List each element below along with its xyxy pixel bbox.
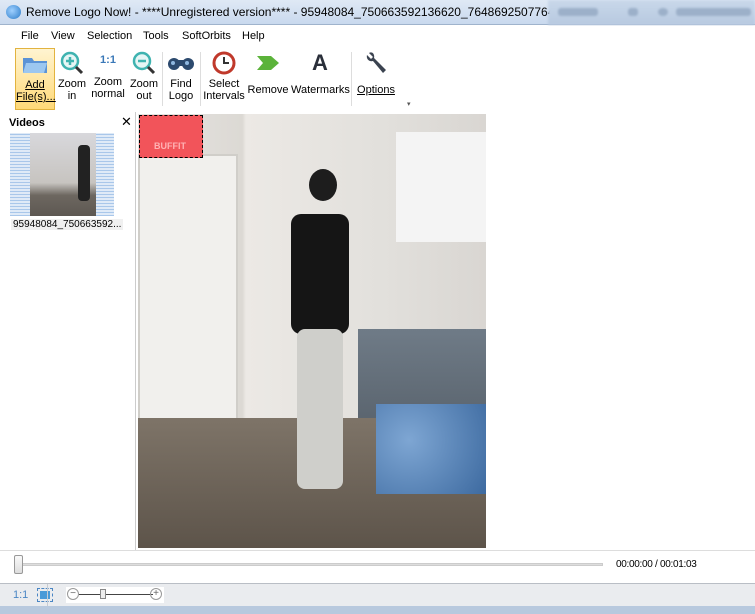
taskbar-edge bbox=[0, 606, 755, 614]
toolbar-overflow-icon[interactable]: ▾ bbox=[407, 100, 411, 108]
preview-area: BUFFIT bbox=[137, 112, 755, 550]
zoom-minus-button[interactable]: − bbox=[67, 588, 79, 600]
zoom-slider[interactable]: − + bbox=[66, 587, 164, 603]
window-title: Remove Logo Now! - ****Unregistered vers… bbox=[26, 5, 628, 19]
video-file-name[interactable]: 95948084_750663592... bbox=[11, 219, 124, 230]
video-door bbox=[138, 154, 238, 444]
zoom-plus-button[interactable]: + bbox=[150, 588, 162, 600]
video-person bbox=[283, 169, 358, 509]
menu-file[interactable]: File bbox=[21, 30, 39, 42]
video-poster bbox=[396, 132, 486, 242]
seek-bar-area: 00:00:00 / 00:01:03 bbox=[0, 550, 755, 583]
status-bar: 1:1 − + bbox=[0, 583, 755, 607]
remove-button[interactable]: Remove bbox=[247, 48, 289, 110]
watermarks-button[interactable]: A Watermarks bbox=[291, 48, 350, 110]
video-water-jugs bbox=[376, 404, 486, 494]
zoom-normal-icon: 1:1 bbox=[100, 53, 116, 66]
options-button[interactable]: Options bbox=[355, 48, 397, 110]
clock-icon bbox=[203, 48, 245, 78]
video-thumbnail[interactable] bbox=[10, 133, 114, 216]
logo-text: BUFFIT bbox=[154, 141, 186, 151]
arrow-right-icon bbox=[247, 48, 289, 78]
zoom-slider-handle[interactable] bbox=[100, 589, 106, 599]
letter-a-icon: A bbox=[312, 50, 328, 75]
videos-panel: Videos ✕ 95948084_750663592... bbox=[0, 112, 136, 550]
video-frame[interactable]: BUFFIT bbox=[138, 114, 486, 548]
menu-help[interactable]: Help bbox=[242, 30, 265, 42]
zoom-normal-button[interactable]: 1:1 Zoom normal bbox=[89, 43, 127, 105]
toolbar-separator bbox=[200, 52, 201, 106]
seek-slider-handle[interactable] bbox=[14, 555, 23, 574]
menu-view[interactable]: View bbox=[51, 30, 75, 42]
menu-tools[interactable]: Tools bbox=[143, 30, 169, 42]
binoculars-icon bbox=[164, 48, 198, 78]
zoom-slider-track bbox=[79, 594, 153, 595]
app-icon bbox=[6, 5, 21, 19]
fit-to-window-icon[interactable] bbox=[37, 588, 53, 602]
select-intervals-button[interactable]: Select Intervals bbox=[203, 48, 245, 110]
zoom-out-icon bbox=[128, 48, 160, 78]
title-bar: Remove Logo Now! - ****Unregistered vers… bbox=[0, 0, 755, 25]
zoom-in-icon bbox=[56, 48, 88, 78]
folder-icon bbox=[16, 49, 54, 79]
videos-panel-title: Videos bbox=[9, 117, 45, 129]
menu-selection[interactable]: Selection bbox=[87, 30, 132, 42]
seek-track[interactable] bbox=[18, 563, 603, 566]
toolbar-separator bbox=[162, 52, 163, 106]
zoom-out-button[interactable]: Zoom out bbox=[128, 48, 160, 110]
wrench-icon bbox=[355, 48, 397, 78]
toolbar: Add File(s)... Zoom in 1:1 Zoom normal Zoom… bbox=[0, 46, 418, 112]
time-display: 00:00:00 / 00:01:03 bbox=[616, 559, 697, 570]
menu-softorbits[interactable]: SoftOrbits bbox=[182, 30, 231, 42]
add-files-button[interactable]: Add File(s)... bbox=[15, 48, 56, 110]
background-taskbar bbox=[548, 0, 755, 25]
close-icon[interactable]: ✕ bbox=[121, 114, 132, 130]
toolbar-separator bbox=[351, 52, 352, 106]
zoom-in-button[interactable]: Zoom in bbox=[56, 48, 88, 110]
logo-selection-rectangle[interactable]: BUFFIT bbox=[139, 115, 203, 158]
status-separator bbox=[47, 584, 48, 607]
find-logo-button[interactable]: Find Logo bbox=[164, 48, 198, 110]
actual-size-button[interactable]: 1:1 bbox=[13, 589, 28, 601]
